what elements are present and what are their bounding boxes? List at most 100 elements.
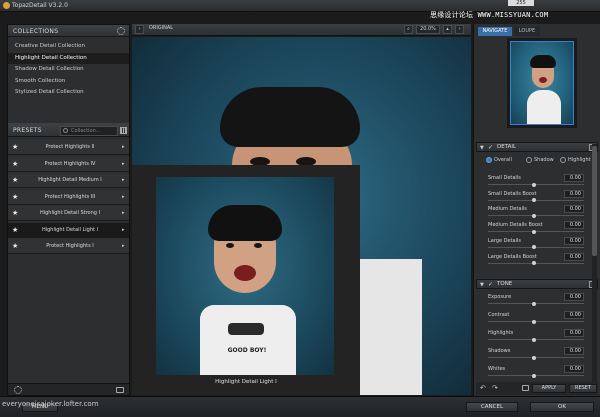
slider-knob[interactable] <box>532 319 536 324</box>
preset-item[interactable]: ★ Highlight Detail Strong I ▸ <box>8 206 129 221</box>
slider-value-field[interactable]: 0.00 <box>564 221 584 230</box>
slider-knob[interactable] <box>532 261 536 265</box>
collapse-triangle-icon[interactable]: ▼ <box>480 282 484 288</box>
preset-item[interactable]: ★ Highlight Detail Light I ▸ <box>8 222 129 238</box>
expand-arrow-icon[interactable]: ▸ <box>122 194 125 200</box>
loupe-preview[interactable]: GOOD BOY! Highlight Detail Light I <box>132 165 360 395</box>
detail-check-icon[interactable]: ✓ <box>488 144 493 151</box>
slider-value-field[interactable]: 0.00 <box>564 311 584 319</box>
reset-button[interactable]: RESET <box>569 384 597 393</box>
collection-item[interactable]: Creative Detail Collection <box>8 41 129 52</box>
zoom-level[interactable]: 20.0% <box>416 25 440 34</box>
image-canvas[interactable]: GOOD BOY! Highlight Detail Light I <box>132 37 471 395</box>
camera-icon[interactable] <box>116 387 124 393</box>
slider-knob[interactable] <box>532 182 536 187</box>
expand-arrow-icon[interactable]: ▸ <box>122 227 125 233</box>
tone-check-icon[interactable]: ✓ <box>488 281 493 288</box>
expand-arrow-icon[interactable]: ▸ <box>122 210 125 216</box>
slider-knob[interactable] <box>532 373 536 378</box>
back-arrow-icon[interactable]: ‹ <box>135 25 144 34</box>
redo-icon[interactable]: ↷ <box>492 384 498 392</box>
detail-section-header[interactable]: ▼ ✓ DETAIL <box>476 142 598 152</box>
slider-knob[interactable] <box>532 245 536 250</box>
slider-value-field[interactable]: 0.00 <box>564 329 584 337</box>
slider-knob[interactable] <box>532 337 536 342</box>
slider-value-field[interactable]: 0.00 <box>564 293 584 301</box>
presets-title: PRESETS <box>13 127 42 134</box>
slider-knob[interactable] <box>532 301 536 306</box>
preset-item[interactable]: ★ Protect Highlights III ▸ <box>8 189 129 205</box>
detail-radio[interactable] <box>526 157 532 163</box>
expand-arrow-icon[interactable]: ▸ <box>122 243 125 249</box>
loupe-photo: GOOD BOY! <box>156 177 334 375</box>
preset-item[interactable]: ★ Highlight Detail Medium I ▸ <box>8 173 129 188</box>
collection-item[interactable]: Highlight Detail Collection <box>8 52 129 64</box>
slider-value-field[interactable]: 0.00 <box>564 347 584 355</box>
slider-knob[interactable] <box>532 355 536 360</box>
slider-knob[interactable] <box>532 198 536 203</box>
star-icon[interactable]: ★ <box>12 143 18 151</box>
slider-track[interactable] <box>488 231 584 233</box>
slider-value-field[interactable]: 0.00 <box>564 252 584 261</box>
expand-arrow-icon[interactable]: ▸ <box>122 177 125 183</box>
star-icon[interactable]: ★ <box>12 160 18 168</box>
gear-icon[interactable] <box>117 27 125 35</box>
forward-arrow-icon[interactable]: › <box>455 25 464 34</box>
kid-eye-right <box>254 243 262 248</box>
star-icon[interactable]: ★ <box>12 193 18 201</box>
collection-item[interactable]: Smooth Collection <box>8 76 129 87</box>
grid-view-icon[interactable] <box>120 127 127 134</box>
ok-button[interactable]: OK <box>530 402 594 412</box>
star-icon[interactable]: ★ <box>12 226 18 234</box>
slider-track[interactable] <box>488 375 584 376</box>
slider-track[interactable] <box>488 357 584 358</box>
collection-item[interactable]: Shadow Detail Collection <box>8 64 129 75</box>
slider-track[interactable] <box>488 303 584 304</box>
expand-arrow-icon[interactable]: ▸ <box>122 144 125 150</box>
slider-track[interactable] <box>488 339 584 340</box>
collection-item[interactable]: Stylized Detail Collection <box>8 87 129 98</box>
preset-item[interactable]: ★ Protect Highlights II ▸ <box>8 140 129 155</box>
slider-label: Large Details <box>488 237 521 244</box>
apply-button[interactable]: APPLY <box>532 384 566 393</box>
dropdown-dot-icon <box>63 128 68 133</box>
navigator-thumbnail[interactable] <box>510 41 574 125</box>
slider-value-field[interactable]: 0.00 <box>564 236 584 245</box>
detail-radio-label: Highlight <box>568 157 591 163</box>
collapse-triangle-icon[interactable]: ▼ <box>480 145 484 151</box>
slider-track[interactable] <box>488 321 584 322</box>
slider-track[interactable] <box>488 215 584 217</box>
zoom-icon[interactable]: ⌕ <box>404 25 413 34</box>
expand-arrow-icon[interactable]: ▸ <box>122 161 125 167</box>
slider-value-field[interactable]: 0.00 <box>564 365 584 373</box>
panel-scrollbar-thumb[interactable] <box>592 146 597 256</box>
undo-icon[interactable]: ↶ <box>480 384 486 392</box>
slider-value-field[interactable]: 0.00 <box>564 205 584 214</box>
star-icon[interactable]: ★ <box>12 209 18 217</box>
slider-track[interactable] <box>488 199 584 201</box>
value-badge: 255 <box>508 0 534 6</box>
slider-value-field[interactable]: 0.00 <box>564 189 584 198</box>
snapshot-icon[interactable] <box>522 385 529 391</box>
star-icon[interactable]: ★ <box>12 242 18 250</box>
cancel-button[interactable]: CANCEL <box>466 402 518 412</box>
slider-track[interactable] <box>488 246 584 248</box>
collection-dropdown[interactable]: Collection... <box>60 126 118 136</box>
detail-radio[interactable] <box>486 157 492 163</box>
detail-radio[interactable] <box>560 157 566 163</box>
slider-track[interactable] <box>488 184 584 185</box>
preset-item[interactable]: ★ Protect Highlights IV ▸ <box>8 156 129 172</box>
preset-label: Highlight Detail Light I <box>41 226 99 233</box>
slider-value-field[interactable]: 0.00 <box>564 174 584 182</box>
settings-gear-icon[interactable] <box>14 386 22 394</box>
slider-track[interactable] <box>488 262 584 264</box>
tone-section-header[interactable]: ▼ ✓ TONE <box>476 279 598 289</box>
star-icon[interactable]: ★ <box>12 176 18 184</box>
tab-loupe[interactable]: LOUPE <box>514 27 540 36</box>
original-label[interactable]: ORIGINAL <box>146 25 176 34</box>
zoom-in-icon[interactable]: ▴ <box>443 25 452 34</box>
slider-knob[interactable] <box>532 229 536 234</box>
preset-item[interactable]: ★ Protect Highlights I ▸ <box>8 239 129 254</box>
tab-navigate[interactable]: NAVIGATE <box>478 27 512 36</box>
slider-knob[interactable] <box>532 213 536 218</box>
